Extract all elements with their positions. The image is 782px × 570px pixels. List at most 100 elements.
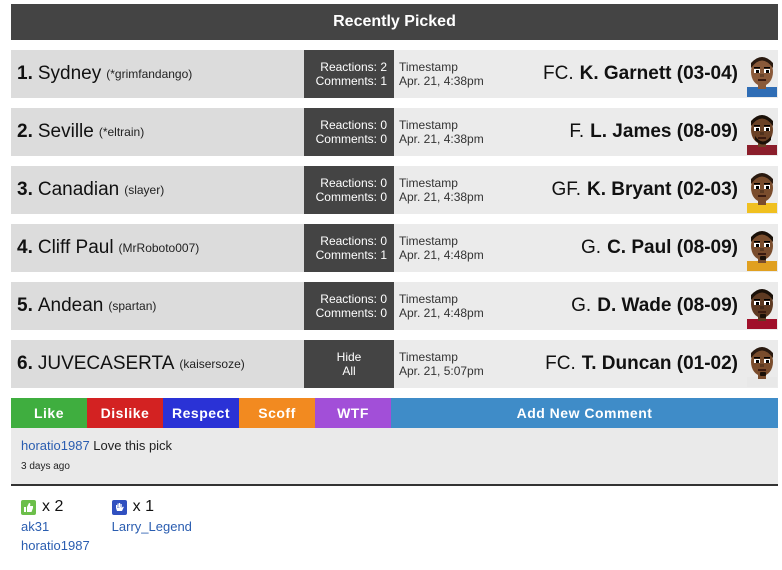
picks-list: 1. Sydney (*grimfandango) Reactions: 2 Comme…	[11, 50, 778, 388]
reactions-comments-counter[interactable]: Reactions: 2 Comments: 1	[304, 50, 394, 98]
player-name: C. Paul (08-09)	[607, 237, 738, 258]
timestamp-cell: Timestamp Apr. 21, 4:48pm	[394, 224, 494, 272]
pick-row: 4. Cliff Paul (MrRoboto007) Reactions: 0 Com…	[11, 224, 778, 272]
username[interactable]: (slayer)	[124, 183, 164, 197]
dislike-button[interactable]: Dislike	[87, 398, 163, 428]
player-position: F.	[569, 121, 585, 142]
player-face-icon	[747, 231, 777, 271]
timestamp-label: Timestamp	[399, 234, 458, 248]
timestamp-label: Timestamp	[399, 292, 458, 306]
team-name: Sydney	[37, 63, 102, 84]
panel-title: Recently Picked	[333, 13, 456, 30]
player-face-icon	[747, 173, 777, 213]
timestamp-value: Apr. 21, 4:38pm	[399, 190, 484, 204]
reactions-count: Reactions: 0	[320, 118, 387, 132]
pick-row: 5. Andean (spartan) Reactions: 0 Comments: 0…	[11, 282, 778, 330]
reactions-count: Reactions: 2	[320, 60, 387, 74]
reaction-group: x 1 Larry_Legend	[111, 498, 192, 554]
timestamp-cell: Timestamp Apr. 21, 4:38pm	[394, 50, 494, 98]
pick-row: 3. Canadian (slayer) Reactions: 0 Comments: …	[11, 166, 778, 214]
comment-line: horatio1987 Love this pick	[21, 438, 768, 453]
reactions-count: Reactions: 0	[320, 292, 387, 306]
add-new-comment-button[interactable]: Add New Comment	[391, 398, 778, 428]
reactions-comments-counter[interactable]: Reactions: 0 Comments: 0	[304, 166, 394, 214]
comment-item: horatio1987 Love this pick 3 days ago	[11, 428, 778, 486]
pick-number: 2.	[17, 121, 33, 142]
team-name: Canadian	[37, 179, 120, 200]
player-face-icon	[747, 57, 777, 97]
player-cell: G. D. Wade (08-09)	[494, 282, 746, 330]
player-name: K. Garnett (03-04)	[579, 63, 738, 84]
pick-number: 1.	[17, 63, 33, 84]
reactions-comments-counter[interactable]: Reactions: 0 Comments: 0	[304, 108, 394, 156]
pick-team-cell: 1. Sydney (*grimfandango)	[11, 50, 304, 98]
player-name: D. Wade (08-09)	[597, 295, 738, 316]
reaction-count: x 2	[42, 498, 64, 515]
timestamp-value: Apr. 21, 4:48pm	[399, 248, 484, 262]
pick-team-cell: 3. Canadian (slayer)	[11, 166, 304, 214]
reaction-user-link[interactable]: ak31	[21, 519, 90, 535]
username[interactable]: (kaisersoze)	[179, 357, 244, 371]
reactions-count: Reactions: 0	[320, 176, 387, 190]
timestamp-value: Apr. 21, 4:48pm	[399, 306, 484, 320]
comments-count: Comments: 1	[315, 248, 387, 262]
comment-text: Love this pick	[93, 438, 173, 453]
player-cell: G. C. Paul (08-09)	[494, 224, 746, 272]
username[interactable]: (MrRoboto007)	[119, 241, 200, 255]
reactions-comments-counter[interactable]: Reactions: 0 Comments: 0	[304, 282, 394, 330]
timestamp-value: Apr. 21, 4:38pm	[399, 74, 484, 88]
like-button[interactable]: Like	[11, 398, 87, 428]
reaction-user-link[interactable]: horatio1987	[21, 538, 90, 554]
timestamp-label: Timestamp	[399, 350, 458, 364]
player-position: GF.	[551, 179, 581, 200]
team-name: Seville	[37, 121, 94, 142]
player-name: K. Bryant (02-03)	[587, 179, 738, 200]
reactions-comments-counter[interactable]: Reactions: 0 Comments: 1	[304, 224, 394, 272]
pick-row: 6. JUVECASERTA (kaisersoze) Hide All Timestam…	[11, 340, 778, 388]
wtf-button[interactable]: WTF	[315, 398, 391, 428]
reaction-bar: Like Dislike Respect Scoff WTF Add New Commen…	[11, 398, 778, 428]
pick-team-cell: 5. Andean (spartan)	[11, 282, 304, 330]
timestamp-cell: Timestamp Apr. 21, 5:07pm	[394, 340, 494, 388]
player-position: FC.	[545, 353, 576, 374]
timestamp-label: Timestamp	[399, 176, 458, 190]
scoff-button[interactable]: Scoff	[239, 398, 315, 428]
comment-author[interactable]: horatio1987	[21, 438, 90, 453]
player-face-icon	[747, 347, 777, 387]
reaction-group: x 2 ak31 horatio1987	[21, 498, 90, 554]
thumbs-up-icon	[21, 499, 36, 515]
reaction-user-link[interactable]: Larry_Legend	[112, 519, 192, 535]
player-avatar	[746, 224, 778, 272]
player-position: G.	[581, 237, 602, 258]
pick-row: 2. Seville (*eltrain) Reactions: 0 Comments:…	[11, 108, 778, 156]
username[interactable]: (*grimfandango)	[106, 67, 192, 81]
timestamp-value: Apr. 21, 5:07pm	[399, 364, 484, 378]
reaction-header: x 1	[111, 498, 192, 516]
player-avatar	[746, 166, 778, 214]
pick-row: 1. Sydney (*grimfandango) Reactions: 2 Comme…	[11, 50, 778, 98]
player-position: FC.	[543, 63, 574, 84]
reactions-summary: x 2 ak31 horatio1987 x 1 Larry_Legend	[11, 486, 778, 554]
comments-count: Comments: 0	[315, 190, 387, 204]
recently-picked-panel: Recently Picked 1. Sydney (*grimfandango) R…	[11, 4, 778, 554]
hide-all-button[interactable]: Hide All	[304, 340, 394, 388]
player-cell: F. L. James (08-09)	[494, 108, 746, 156]
team-name: Andean	[37, 295, 104, 316]
player-face-icon	[747, 115, 777, 155]
username[interactable]: (spartan)	[108, 299, 156, 313]
player-face-icon	[747, 289, 777, 329]
player-cell: FC. K. Garnett (03-04)	[494, 50, 746, 98]
reaction-count: x 1	[132, 498, 155, 515]
pick-team-cell: 6. JUVECASERTA (kaisersoze)	[11, 340, 304, 388]
comments-count: Comments: 1	[315, 74, 387, 88]
comment-time: 3 days ago	[21, 461, 70, 472]
player-avatar	[746, 108, 778, 156]
username[interactable]: (*eltrain)	[99, 125, 144, 139]
reactions-count: Reactions: 0	[320, 234, 387, 248]
player-cell: GF. K. Bryant (02-03)	[494, 166, 746, 214]
panel-header: Recently Picked	[11, 4, 778, 40]
hand-icon	[111, 499, 127, 515]
comments-count: Comments: 0	[315, 132, 387, 146]
player-avatar	[746, 340, 778, 388]
respect-button[interactable]: Respect	[163, 398, 239, 428]
